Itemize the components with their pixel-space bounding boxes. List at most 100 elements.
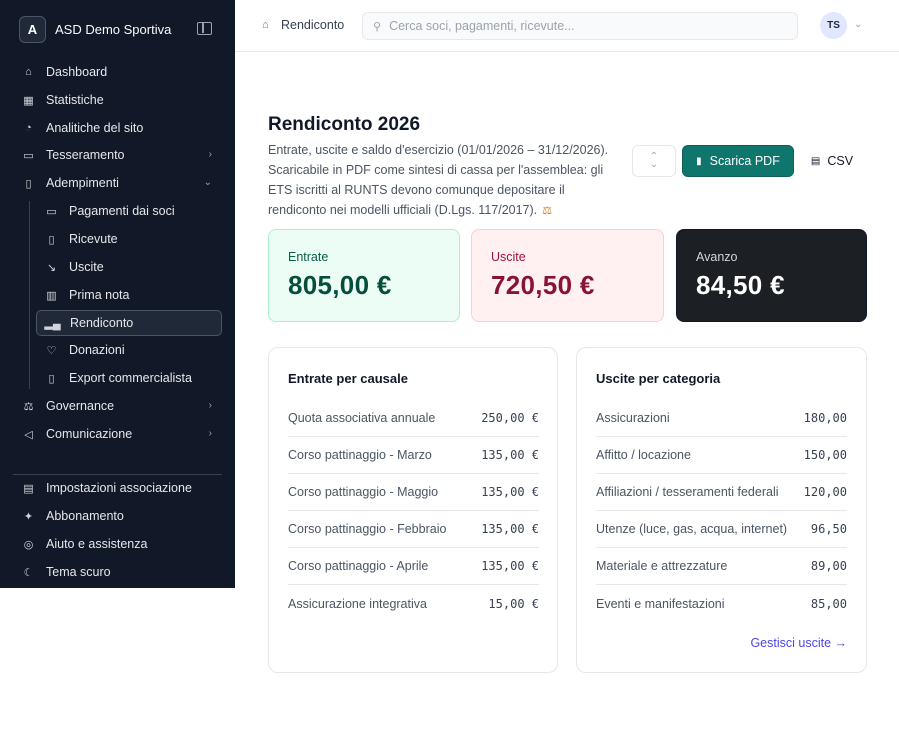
- brand[interactable]: A ASD Demo Sportiva: [19, 15, 219, 43]
- megaphone-icon: ◁: [24, 428, 33, 441]
- row-label: Corso pattinaggio - Aprile: [288, 559, 429, 573]
- sidebar-item-label: Uscite: [69, 260, 104, 274]
- sidebar-item-governance[interactable]: ⚖ Governance ›: [13, 393, 222, 419]
- sidebar-item-label: Pagamenti dai soci: [69, 204, 175, 218]
- topbar: ⌂ Rendiconto ⚲ TS ⌄: [235, 0, 899, 52]
- home-icon: ⌂: [262, 19, 269, 31]
- sidebar-item-comunicazione[interactable]: ◁ Comunicazione ›: [13, 421, 222, 447]
- sidebar-item-rendiconto[interactable]: ▂▄ Rendiconto: [36, 310, 222, 336]
- sidebar-item-export[interactable]: ▯ Export commercialista: [36, 365, 222, 391]
- sidebar-item-label: Adempimenti: [46, 176, 119, 190]
- sidebar-item-tema-scuro[interactable]: ☾ Tema scuro: [13, 559, 222, 585]
- year-select[interactable]: ⌃ ⌄: [632, 145, 676, 177]
- sidebar-item-statistiche[interactable]: ▦ Statistiche: [13, 87, 222, 113]
- sidebar-item-label: Governance: [46, 399, 115, 413]
- manage-expenses-link[interactable]: Gestisci uscite →: [750, 636, 847, 650]
- kpi-label: Uscite: [491, 250, 526, 264]
- breadcrumb[interactable]: ⌂ Rendiconto: [262, 18, 344, 32]
- sidebar-item-prima-nota[interactable]: ▥ Prima nota: [36, 282, 222, 308]
- expenses-card: Uscite per categoria Assicurazioni 180,00…: [576, 347, 867, 673]
- sidebar-item-dashboard[interactable]: ⌂ Dashboard: [13, 59, 222, 85]
- row-amount: 150,00: [803, 448, 847, 462]
- row-label: Corso pattinaggio - Marzo: [288, 448, 432, 462]
- kpi-label: Avanzo: [696, 250, 738, 264]
- card-title: Entrate per causale: [288, 371, 408, 386]
- download-pdf-button[interactable]: ▮ Scarica PDF: [682, 145, 794, 177]
- sidebar-item-label: Dashboard: [46, 65, 108, 79]
- card-title: Uscite per categoria: [596, 371, 721, 386]
- kpi-value: 805,00 €: [288, 270, 392, 300]
- row-label: Corso pattinaggio - Maggio: [288, 485, 439, 499]
- document-icon: ▯: [25, 177, 32, 190]
- list-item: Materiale e attrezzature 89,00: [596, 548, 847, 585]
- row-amount: 250,00 €: [481, 411, 539, 425]
- list-item: Corso pattinaggio - Aprile 135,00 €: [288, 548, 539, 585]
- row-label: Affiliazioni / tesseramenti federali: [596, 485, 779, 499]
- chevron-right-icon: ›: [208, 400, 212, 411]
- search-input[interactable]: [389, 19, 780, 33]
- sidebar-item-abbonamento[interactable]: ✦ Abbonamento: [13, 503, 222, 529]
- row-label: Affitto / locazione: [596, 448, 691, 462]
- row-label: Eventi e manifestazioni: [596, 596, 725, 611]
- search-box[interactable]: ⚲: [362, 12, 798, 40]
- file-icon: ▮: [696, 155, 702, 167]
- kpi-uscite: Uscite 720,50 €: [471, 229, 664, 322]
- csv-button[interactable]: ▤ CSV: [804, 145, 860, 177]
- building-icon: ▤: [23, 482, 34, 495]
- row-label: Assicurazione integrativa: [288, 596, 427, 611]
- row-amount: 180,00: [803, 411, 847, 425]
- row-amount: 120,00: [803, 485, 847, 499]
- list-item: Quota associativa annuale 250,00 €: [288, 400, 539, 437]
- row-label: Quota associativa annuale: [288, 411, 436, 425]
- kpi-label: Entrate: [288, 250, 329, 264]
- chevron-right-icon: ›: [208, 149, 212, 160]
- sidebar-item-label: Aiuto e assistenza: [46, 537, 148, 551]
- sidebar-item-uscite[interactable]: ↘ Uscite: [36, 254, 222, 280]
- chevron-down-icon[interactable]: ⌄: [854, 19, 862, 30]
- sidebar-item-tesseramento[interactable]: ▭ Tesseramento ›: [13, 142, 222, 168]
- heart-icon: ♡: [46, 344, 57, 357]
- sidebar-item-pagamenti[interactable]: ▭ Pagamenti dai soci: [36, 198, 222, 224]
- sidebar-toggle-icon[interactable]: [197, 22, 212, 35]
- credit-card-icon: ▭: [46, 205, 57, 218]
- sidebar-item-ricevute[interactable]: ▯ Ricevute: [36, 226, 222, 252]
- table-icon: ▤: [810, 155, 821, 167]
- row-amount: 15,00 €: [488, 596, 539, 611]
- sidebar-item-label: Comunicazione: [46, 427, 133, 441]
- sidebar-item-label: Export commercialista: [69, 371, 192, 385]
- row-label: Assicurazioni: [596, 411, 670, 425]
- brand-logo: A: [19, 15, 46, 43]
- sidebar-item-aiuto[interactable]: ◎ Aiuto e assistenza: [13, 531, 222, 557]
- chart-icon: ▦: [23, 94, 34, 107]
- avatar[interactable]: TS: [820, 12, 847, 39]
- sidebar-item-label: Donazioni: [69, 343, 125, 357]
- list-item: Corso pattinaggio - Febbraio 135,00 €: [288, 511, 539, 548]
- row-amount: 135,00 €: [481, 485, 539, 499]
- globe-icon: ◔: [25, 122, 32, 134]
- sidebar-item-analitiche[interactable]: ◔ Analitiche del sito: [13, 115, 222, 141]
- row-amount: 135,00 €: [481, 522, 539, 536]
- sidebar-item-adempimenti[interactable]: ▯ Adempimenti ⌄: [13, 170, 222, 196]
- download-pdf-label: Scarica PDF: [709, 154, 780, 168]
- file-export-icon: ▯: [48, 372, 55, 385]
- chevron-right-icon: ›: [208, 428, 212, 439]
- lifebuoy-icon: ◎: [23, 538, 34, 551]
- kpi-entrate: Entrate 805,00 €: [268, 229, 460, 322]
- list-item: Assicurazione integrativa 15,00 €: [288, 585, 539, 622]
- row-amount: 96,50: [810, 522, 847, 536]
- tree-line: [29, 201, 30, 389]
- row-amount: 135,00 €: [481, 559, 539, 573]
- chevron-down-icon: ⌄: [203, 177, 212, 188]
- sidebar-item-label: Analitiche del sito: [46, 121, 144, 135]
- sidebar: A ASD Demo Sportiva ⌂ Dashboard ▦ Statis…: [0, 0, 235, 588]
- moon-icon: ☾: [23, 566, 34, 579]
- trending-down-icon: ↘: [46, 261, 57, 274]
- expenses-list: Assicurazioni 180,00 Affitto / locazione 1…: [596, 400, 847, 622]
- kpi-avanzo: Avanzo 84,50 €: [676, 229, 867, 322]
- page-title: Rendiconto 2026: [268, 114, 421, 135]
- row-amount: 85,00: [810, 596, 847, 611]
- sidebar-item-donazioni[interactable]: ♡ Donazioni: [36, 337, 222, 363]
- scale-icon: ⚖: [23, 400, 34, 413]
- sidebar-item-impostazioni[interactable]: ▤ Impostazioni associazione: [13, 475, 222, 501]
- row-amount: 135,00 €: [481, 448, 539, 462]
